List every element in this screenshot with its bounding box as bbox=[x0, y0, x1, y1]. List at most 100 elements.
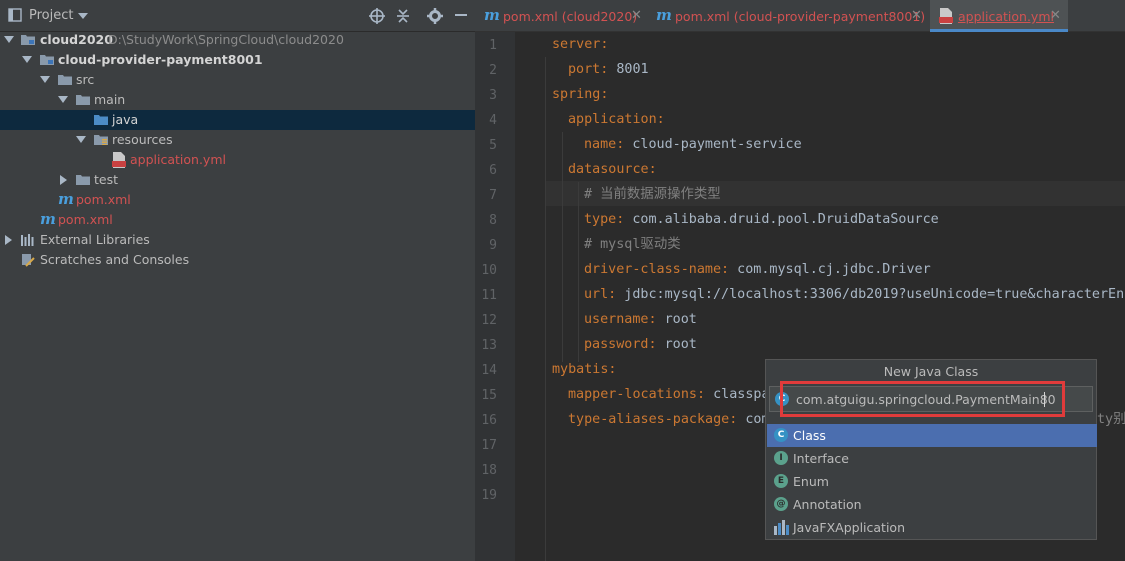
close-tab-icon[interactable]: ✕ bbox=[631, 8, 642, 23]
yaml-value: root bbox=[656, 337, 697, 352]
yaml-value: jdbc:mysql://localhost:3306/db2019?useUn… bbox=[616, 287, 1125, 302]
module-folder-icon bbox=[40, 55, 54, 65]
editor-tab-bar: m pom.xml (cloud2020) ✕ m pom.xml (cloud… bbox=[475, 0, 1125, 32]
gear-icon[interactable] bbox=[426, 7, 444, 25]
tab-label: pom.xml (cloud2020) bbox=[503, 9, 638, 24]
code-line-5[interactable]: name: cloud-payment-service bbox=[584, 132, 802, 157]
yaml-key: username: bbox=[584, 312, 657, 327]
expand-arrow-icon[interactable] bbox=[4, 36, 14, 43]
expand-arrow-icon[interactable] bbox=[22, 56, 32, 63]
code-line-12[interactable]: username: root bbox=[584, 307, 697, 332]
yaml-comment: ty别 bbox=[1097, 412, 1125, 427]
code-line-6[interactable]: datasource: bbox=[568, 157, 657, 182]
tab-label: application.yml bbox=[958, 9, 1054, 24]
tree-label: External Libraries bbox=[40, 232, 150, 247]
tree-label: test bbox=[94, 172, 119, 187]
yml-file-icon bbox=[112, 152, 126, 168]
project-panel-title[interactable]: Project bbox=[29, 8, 73, 23]
code-line-4[interactable]: application: bbox=[568, 107, 665, 132]
close-tab-icon[interactable]: ✕ bbox=[1050, 8, 1061, 23]
code-line-14[interactable]: mybatis: bbox=[552, 357, 617, 382]
tree-item-cloud-provider-payment8001[interactable]: cloud-provider-payment8001 bbox=[0, 50, 475, 70]
code-line-10[interactable]: driver-class-name: com.mysql.cj.jdbc.Dri… bbox=[584, 257, 931, 282]
line-number: 12 bbox=[481, 313, 497, 328]
tree-item-external-libraries[interactable]: External Libraries bbox=[0, 230, 475, 250]
yaml-value: com.alibaba.druid.pool.DruidDataSource bbox=[624, 212, 939, 227]
tree-item-pom-module[interactable]: m pom.xml bbox=[0, 190, 475, 210]
line-number: 3 bbox=[489, 88, 497, 103]
enum-icon: E bbox=[774, 474, 788, 488]
tree-item-resources[interactable]: resources bbox=[0, 130, 475, 150]
yaml-value: cloud-payment-service bbox=[624, 137, 802, 152]
locate-file-icon[interactable] bbox=[368, 7, 386, 25]
yaml-key: driver-class-name: bbox=[584, 262, 730, 277]
kind-option-javafx[interactable]: JavaFXApplication bbox=[767, 516, 1097, 539]
line-number: 2 bbox=[489, 63, 497, 78]
code-line-13[interactable]: password: root bbox=[584, 332, 697, 357]
tree-item-pom-root[interactable]: m pom.xml bbox=[0, 210, 475, 230]
kind-option-class[interactable]: C Class bbox=[767, 424, 1097, 447]
scratches-icon bbox=[22, 254, 35, 267]
close-tab-icon[interactable]: ✕ bbox=[911, 8, 922, 23]
code-line-9[interactable]: # mysql驱动类 bbox=[584, 232, 681, 257]
kind-option-annotation[interactable]: @ Annotation bbox=[767, 493, 1097, 516]
tab-pom-payment8001[interactable]: m pom.xml (cloud-provider-payment8001) ✕ bbox=[647, 0, 927, 32]
tree-item-main[interactable]: main bbox=[0, 90, 475, 110]
kind-option-interface[interactable]: I Interface bbox=[767, 447, 1097, 470]
tree-label: java bbox=[112, 112, 139, 127]
project-panel-header: Project bbox=[0, 0, 475, 32]
yaml-comment: # 当前数据源操作类型 bbox=[584, 187, 721, 202]
tree-item-application-yml[interactable]: application.yml bbox=[0, 150, 475, 170]
tab-label: pom.xml (cloud-provider-payment8001) bbox=[675, 9, 926, 24]
source-folder-icon bbox=[94, 115, 108, 125]
tree-label: pom.xml bbox=[76, 192, 131, 207]
tree-label: cloud-provider-payment8001 bbox=[58, 52, 263, 67]
tab-application-yml[interactable]: application.yml ✕ bbox=[930, 0, 1068, 32]
tree-label: pom.xml bbox=[58, 212, 113, 227]
yaml-value: classpa bbox=[705, 387, 770, 402]
code-line-11[interactable]: url: jdbc:mysql://localhost:3306/db2019?… bbox=[584, 282, 1125, 307]
tree-item-scratches[interactable]: Scratches and Consoles bbox=[0, 250, 475, 270]
tree-label: application.yml bbox=[130, 152, 226, 167]
collapsed-arrow-icon[interactable] bbox=[5, 235, 12, 245]
tab-pom-cloud2020[interactable]: m pom.xml (cloud2020) ✕ bbox=[475, 0, 645, 32]
highlight-box bbox=[780, 381, 1065, 417]
code-line-3[interactable]: spring: bbox=[552, 82, 608, 107]
expand-arrow-icon[interactable] bbox=[76, 136, 86, 143]
tree-path: D:\StudyWork\SpringCloud\cloud2020 bbox=[108, 32, 344, 47]
expand-arrow-icon[interactable] bbox=[40, 76, 50, 83]
yaml-key: datasource: bbox=[568, 162, 657, 177]
module-folder-icon bbox=[21, 35, 35, 45]
code-line-16[interactable]: type-aliases-package: com bbox=[568, 407, 770, 432]
expand-arrow-icon[interactable] bbox=[58, 96, 68, 103]
collapse-all-icon[interactable] bbox=[394, 7, 412, 25]
code-line-1[interactable]: server: bbox=[552, 32, 608, 57]
kind-label: JavaFXApplication bbox=[793, 520, 905, 535]
line-number: 14 bbox=[481, 363, 497, 378]
kind-option-enum[interactable]: E Enum bbox=[767, 470, 1097, 493]
kind-label: Enum bbox=[793, 474, 829, 489]
tree-item-java[interactable]: java bbox=[0, 110, 475, 130]
line-number: 7 bbox=[489, 188, 497, 203]
code-line-2[interactable]: port: 8001 bbox=[568, 57, 649, 82]
hide-panel-icon[interactable] bbox=[455, 14, 467, 16]
tree-label: src bbox=[76, 72, 95, 87]
line-number: 9 bbox=[489, 238, 497, 253]
tree-item-cloud2020[interactable]: cloud2020 D:\StudyWork\SpringCloud\cloud… bbox=[0, 30, 475, 50]
yaml-key: mapper-locations: bbox=[568, 387, 706, 402]
yaml-key: password: bbox=[584, 337, 657, 352]
fold-gutter bbox=[515, 32, 545, 561]
indent-guide bbox=[562, 132, 563, 362]
line-number: 5 bbox=[489, 138, 497, 153]
code-line-8[interactable]: type: com.alibaba.druid.pool.DruidDataSo… bbox=[584, 207, 939, 232]
project-view-icon[interactable] bbox=[8, 8, 22, 22]
tree-item-test[interactable]: test bbox=[0, 170, 475, 190]
code-line-15[interactable]: mapper-locations: classpa bbox=[568, 382, 770, 407]
view-dropdown-icon[interactable] bbox=[78, 13, 88, 19]
annotation-icon: @ bbox=[774, 497, 788, 511]
code-line-7[interactable]: # 当前数据源操作类型 bbox=[584, 182, 721, 207]
line-number: 15 bbox=[481, 388, 497, 403]
collapsed-arrow-icon[interactable] bbox=[60, 175, 67, 185]
tree-item-src[interactable]: src bbox=[0, 70, 475, 90]
indent-guide bbox=[578, 182, 579, 362]
